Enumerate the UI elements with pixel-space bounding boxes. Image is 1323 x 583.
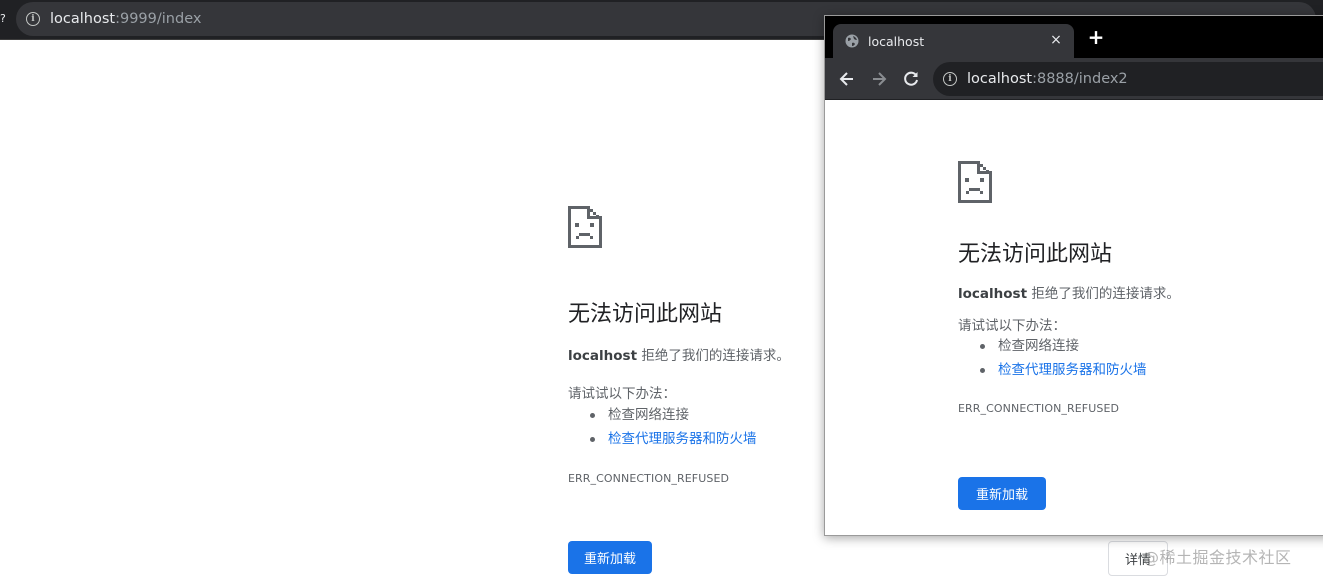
front-error-title: 无法访问此网站 <box>958 242 1113 267</box>
front-error-code: ERR_CONNECTION_REFUSED <box>958 402 1120 415</box>
front-suggestion-proxy-link[interactable]: 检查代理服务器和防火墙 <box>980 358 1147 382</box>
screenshot-stage: ? i localhost:9999/index 无法访问此网站 localho… <box>0 0 1323 583</box>
back-refused-host: localhost <box>568 348 638 364</box>
back-url-host: localhost <box>50 11 116 27</box>
back-reload-button[interactable]: 重新加载 <box>568 541 652 574</box>
sad-page-icon <box>568 206 602 248</box>
back-refused-line: localhost 拒绝了我们的连接请求。 <box>568 344 790 364</box>
front-toolbar: i localhost:8888/index2 <box>825 58 1323 100</box>
sad-page-icon <box>958 161 992 203</box>
info-icon[interactable]: i <box>943 72 957 86</box>
front-refused-host: localhost <box>958 286 1028 302</box>
front-url: localhost:8888/index2 <box>967 71 1128 87</box>
close-icon[interactable]: × <box>1048 32 1064 48</box>
front-url-host: localhost <box>967 71 1033 87</box>
back-arrow-icon[interactable] <box>837 69 857 89</box>
back-url-path: :9999/index <box>115 11 202 27</box>
back-url: localhost:9999/index <box>50 11 201 27</box>
back-try-text: 请试试以下办法： <box>568 386 676 402</box>
back-error-code: ERR_CONNECTION_REFUSED <box>568 472 730 485</box>
front-tab-strip: localhost × + <box>825 16 1323 58</box>
forward-arrow-icon[interactable] <box>869 69 889 89</box>
front-tab[interactable]: localhost × <box>833 24 1074 58</box>
globe-icon <box>845 34 859 48</box>
front-suggestion-network: 检查网络连接 <box>980 334 1147 358</box>
back-suggestion-list: 检查网络连接 检查代理服务器和防火墙 <box>590 403 757 451</box>
back-window-edge-glyph: ? <box>0 12 6 25</box>
front-refused-line: localhost 拒绝了我们的连接请求。 <box>958 282 1180 302</box>
front-browser-window: localhost × + i localhost:8888/index2 无法… <box>824 15 1323 536</box>
watermark: @稀土掘金技术社区 <box>1143 548 1292 567</box>
front-try-text: 请试试以下办法： <box>958 318 1066 334</box>
front-reload-button[interactable]: 重新加载 <box>958 477 1046 510</box>
front-tab-title: localhost <box>868 33 925 49</box>
info-icon[interactable]: i <box>26 12 40 26</box>
back-error-title: 无法访问此网站 <box>568 302 723 327</box>
back-refused-text: 拒绝了我们的连接请求。 <box>637 348 790 364</box>
front-address-bar[interactable]: i localhost:8888/index2 <box>933 62 1323 96</box>
reload-icon[interactable] <box>901 69 921 89</box>
front-refused-text: 拒绝了我们的连接请求。 <box>1027 286 1180 302</box>
front-suggestion-list: 检查网络连接 检查代理服务器和防火墙 <box>980 334 1147 382</box>
back-suggestion-proxy-link[interactable]: 检查代理服务器和防火墙 <box>590 427 757 451</box>
front-error-page: 无法访问此网站 localhost 拒绝了我们的连接请求。 请试试以下办法： 检… <box>825 101 1323 535</box>
back-suggestion-network: 检查网络连接 <box>590 403 757 427</box>
plus-icon[interactable]: + <box>1087 27 1105 47</box>
front-url-path: :8888/index2 <box>1032 71 1128 87</box>
